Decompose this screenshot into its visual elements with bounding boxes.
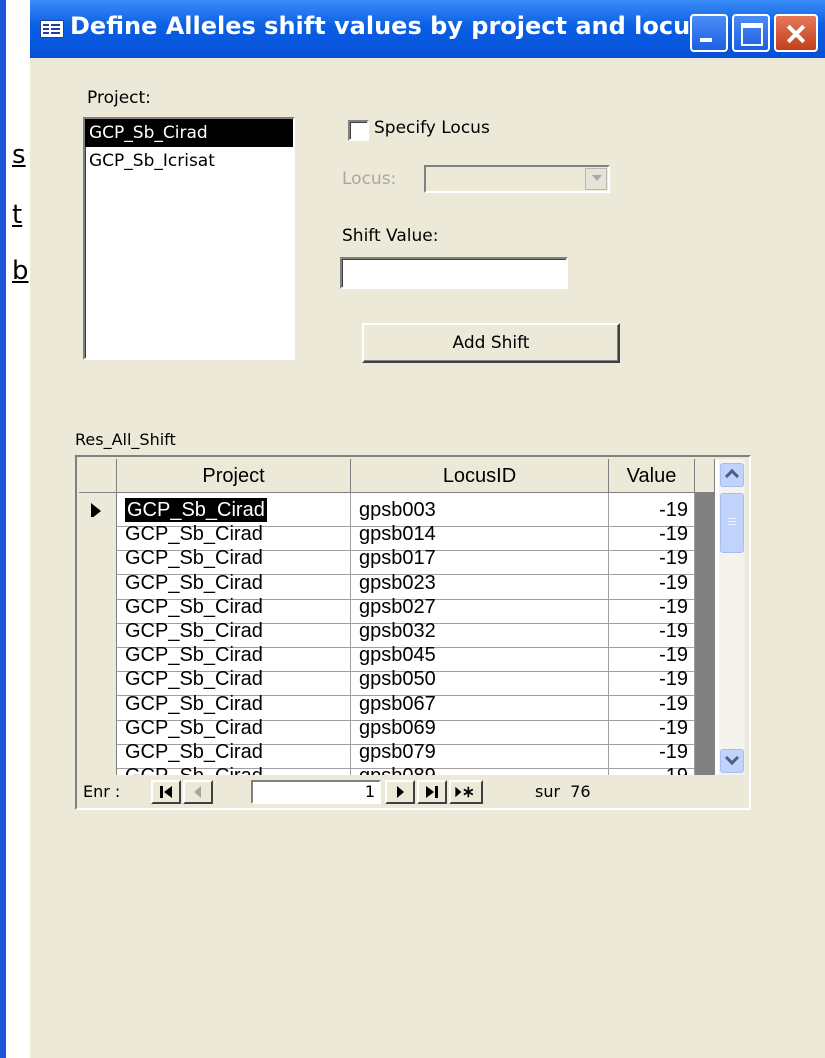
select-all-cell[interactable] xyxy=(79,459,117,493)
shift-value-label: Shift Value: xyxy=(342,226,439,246)
cell-project-text: GCP_Sb_Cirad xyxy=(125,765,263,775)
combo-dropdown-icon[interactable] xyxy=(585,168,607,190)
next-record-button[interactable] xyxy=(385,780,415,804)
specify-locus-checkbox[interactable] xyxy=(348,120,369,141)
title-bar[interactable]: Define Alleles shift values by project a… xyxy=(30,0,825,58)
scroll-down-icon[interactable] xyxy=(720,749,744,773)
new-record-button[interactable] xyxy=(449,780,483,804)
previous-record-button[interactable] xyxy=(183,780,213,804)
form-icon xyxy=(40,20,64,38)
column-header-project[interactable]: Project xyxy=(117,459,351,493)
previous-record-icon xyxy=(194,786,201,798)
background-text-fragment: t xyxy=(12,200,23,230)
column-header-value[interactable]: Value xyxy=(609,459,695,493)
record-label: Enr : xyxy=(83,782,121,801)
of-label: sur xyxy=(535,782,561,801)
cell-locusid[interactable]: gpsb089 xyxy=(351,759,609,775)
cell-project[interactable]: GCP_Sb_Cirad xyxy=(117,759,351,775)
record-count: sur 76 xyxy=(535,782,591,801)
subform-title: Res_All_Shift xyxy=(75,430,176,449)
project-listbox[interactable]: GCP_Sb_Cirad GCP_Sb_Icrisat xyxy=(83,117,295,360)
new-record-icon xyxy=(455,786,474,798)
background-window: s t b xyxy=(0,0,30,1058)
total-records: 76 xyxy=(570,782,591,801)
background-text-fragment: s xyxy=(12,140,26,170)
last-record-icon xyxy=(426,786,438,798)
first-record-icon xyxy=(160,786,172,798)
add-shift-button[interactable]: Add Shift xyxy=(362,323,620,363)
grid-empty-area xyxy=(695,459,715,493)
project-label: Project: xyxy=(87,88,151,108)
current-record-field[interactable]: 1 xyxy=(251,780,381,804)
first-record-button[interactable] xyxy=(151,780,181,804)
cell-value[interactable]: -19 xyxy=(609,759,695,775)
column-header-locusid[interactable]: LocusID xyxy=(351,459,609,493)
project-list-item[interactable]: GCP_Sb_Cirad xyxy=(85,119,293,147)
datasheet-grid: Project LocusID Value GCP_Sb_Cirad gpsb00… xyxy=(79,459,743,775)
next-record-icon xyxy=(397,786,404,798)
scroll-up-icon[interactable] xyxy=(720,463,744,487)
locus-label: Locus: xyxy=(342,169,397,189)
specify-locus-label: Specify Locus xyxy=(374,118,490,138)
close-button[interactable] xyxy=(774,14,818,52)
record-navigation-bar: Enr : 1 sur 76 xyxy=(79,777,743,807)
header-row: Project LocusID Value xyxy=(79,459,715,493)
table-row[interactable]: GCP_Sb_Cirad gpsb089-19 xyxy=(79,759,715,775)
background-window-edge xyxy=(0,0,6,1058)
scroll-thumb[interactable] xyxy=(720,493,744,553)
locus-combobox[interactable] xyxy=(424,165,610,193)
minimize-button[interactable] xyxy=(690,14,728,52)
project-list-item[interactable]: GCP_Sb_Icrisat xyxy=(85,147,293,175)
shift-value-input[interactable] xyxy=(340,257,568,289)
maximize-button[interactable] xyxy=(732,14,770,52)
vertical-scrollbar[interactable] xyxy=(719,459,745,775)
row-selector[interactable] xyxy=(79,759,117,775)
res-all-shift-subform: Project LocusID Value GCP_Sb_Cirad gpsb00… xyxy=(75,455,751,810)
background-text-fragment: b xyxy=(12,256,29,286)
last-record-button[interactable] xyxy=(417,780,447,804)
grid-empty-area xyxy=(695,759,715,775)
dialog-window: Define Alleles shift values by project a… xyxy=(30,0,825,1058)
window-title: Define Alleles shift values by project a… xyxy=(70,12,705,40)
